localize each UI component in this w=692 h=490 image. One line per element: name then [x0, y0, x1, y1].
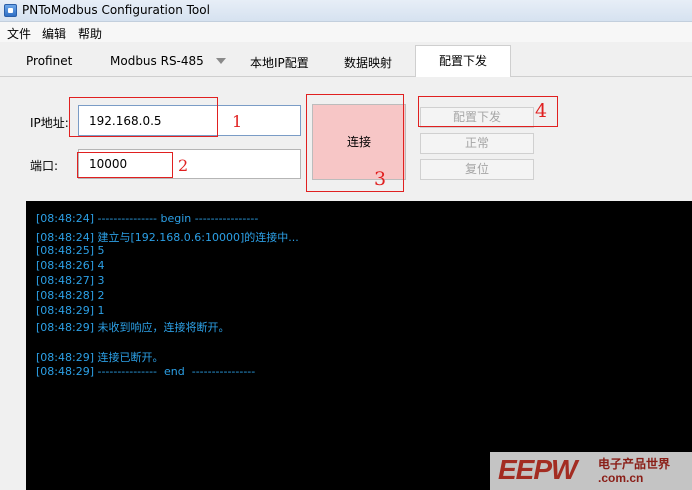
app-icon	[4, 4, 17, 17]
eepw-logo: EEPW	[498, 454, 577, 485]
tab-local-ip-config[interactable]: 本地IP配置	[250, 54, 309, 71]
ip-address-input[interactable]	[78, 105, 301, 136]
tab-data-mapping[interactable]: 数据映射	[344, 54, 392, 71]
title-bar: PNToModbus Configuration Tool	[0, 0, 692, 22]
log-line: [08:48:29] 未收到响应，连接将断开。	[36, 321, 230, 334]
tab-profinet[interactable]: Profinet	[26, 54, 72, 68]
tab-modbus-rs485[interactable]: Modbus RS-485	[110, 54, 204, 68]
menu-bar: 文件 编辑 帮助	[0, 22, 692, 42]
eepw-watermark: EEPW 电子产品世界 .com.cn	[490, 452, 692, 490]
menu-help[interactable]: 帮助	[78, 25, 102, 42]
log-line: [08:48:24] 建立与[192.168.0.6:10000]的连接中...	[36, 231, 299, 244]
tab-config-deploy[interactable]: 配置下发	[415, 45, 511, 77]
watermark-cn-text: 电子产品世界	[598, 457, 671, 471]
ip-label: IP地址:	[30, 116, 69, 130]
log-line: [08:48:29] --------------- end ---------…	[36, 365, 256, 378]
tab-dropdown-arrow-icon[interactable]	[216, 58, 226, 64]
port-input[interactable]	[78, 149, 301, 179]
log-line: [08:48:29] 1	[36, 304, 105, 317]
normal-button[interactable]: 正常	[420, 133, 534, 154]
tab-strip: Profinet Modbus RS-485 本地IP配置 数据映射	[0, 44, 692, 77]
log-line: [08:48:27] 3	[36, 274, 105, 287]
menu-file[interactable]: 文件	[7, 25, 31, 42]
watermark-url: .com.cn	[598, 471, 644, 485]
log-line: [08:48:24] --------------- begin -------…	[36, 212, 259, 225]
deploy-config-button[interactable]: 配置下发	[420, 107, 534, 128]
connect-button[interactable]: 连接	[312, 104, 406, 180]
log-line: [08:48:25] 5	[36, 244, 105, 257]
reset-button[interactable]: 复位	[420, 159, 534, 180]
window-title: PNToModbus Configuration Tool	[22, 3, 210, 17]
log-line: [08:48:26] 4	[36, 259, 105, 272]
log-line: [08:48:28] 2	[36, 289, 105, 302]
log-console[interactable]: [08:48:24] --------------- begin -------…	[26, 201, 692, 490]
menu-edit[interactable]: 编辑	[42, 25, 66, 42]
port-label: 端口:	[30, 159, 59, 173]
log-line: [08:48:29] 连接已断开。	[36, 351, 164, 364]
annotation-number-4: 4	[535, 100, 548, 122]
